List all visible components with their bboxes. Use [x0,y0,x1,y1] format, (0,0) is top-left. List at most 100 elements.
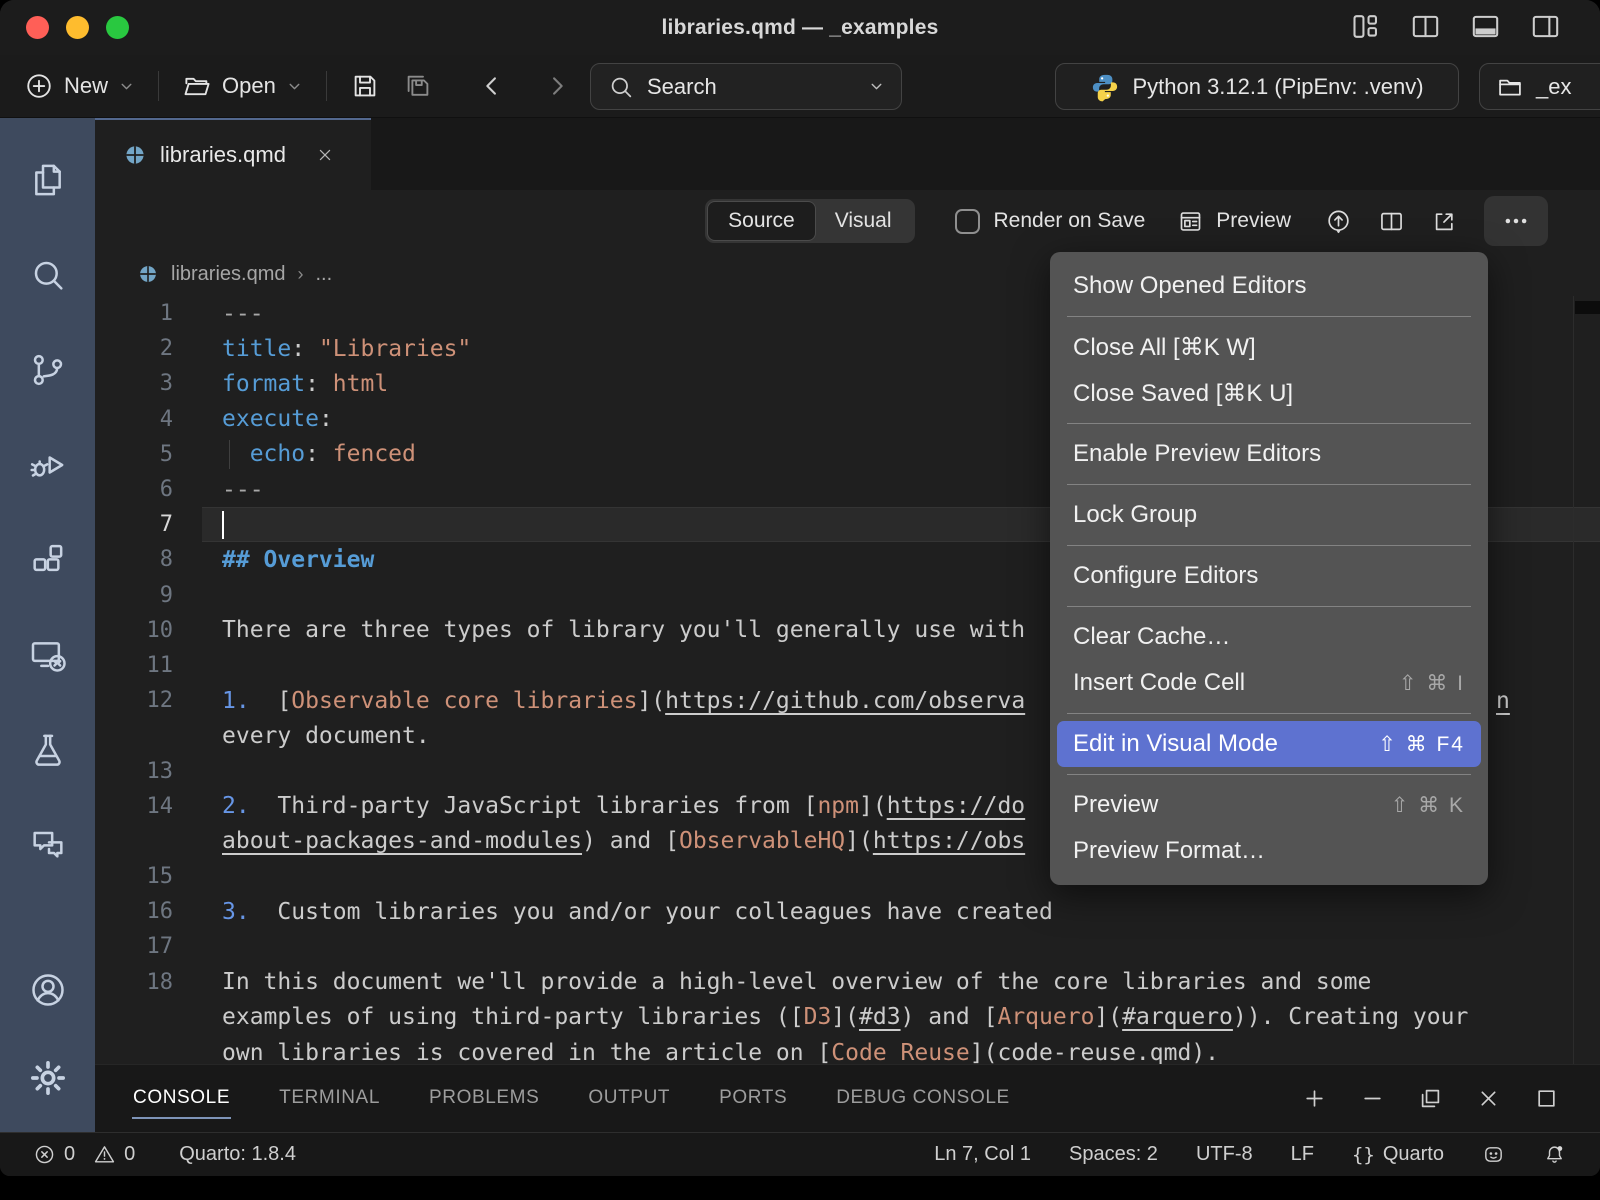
run-debug-icon[interactable] [28,445,68,485]
tab-libraries-qmd[interactable]: libraries.qmd [95,118,371,190]
more-actions-button[interactable] [1484,196,1548,246]
close-tab-icon[interactable] [315,145,335,165]
publish-icon[interactable] [1325,208,1352,235]
panel-tab-output[interactable]: OUTPUT [587,1079,671,1119]
render-on-save-checkbox[interactable] [955,209,980,234]
code-line[interactable]: examples of using third-party libraries … [95,1000,1600,1035]
menu-item-show-opened-editors[interactable]: Show Opened Editors [1050,263,1488,309]
open-button[interactable]: Open [182,71,303,101]
indentation-status[interactable]: Spaces: 2 [1069,1143,1158,1166]
layout-customize-icon[interactable] [1349,10,1382,43]
source-mode-button[interactable]: Source [708,202,815,240]
breadcrumb-more[interactable]: ... [315,263,332,286]
code-line-text[interactable]: own libraries is covered in the article … [222,1035,1600,1064]
search-icon[interactable] [28,255,68,295]
save-all-icon[interactable] [403,71,433,101]
panel-minus-icon[interactable] [1359,1085,1386,1112]
panel-tab-ports[interactable]: PORTS [718,1079,788,1119]
code-token: https://github.com/observa [665,688,1025,714]
breadcrumb-chevron: › [297,264,303,285]
menu-item-close-saved-k-u[interactable]: Close Saved [⌘K U] [1050,370,1488,416]
panel-tab-debug-console[interactable]: DEBUG CONSOLE [835,1079,1011,1119]
save-icon[interactable] [350,71,380,101]
new-button[interactable]: New [24,71,135,101]
menu-item-preview-format[interactable]: Preview Format… [1050,828,1488,874]
error-count: 0 [64,1143,75,1166]
forward-icon[interactable] [543,72,571,100]
extensions-icon[interactable] [28,540,68,580]
visual-mode-button[interactable]: Visual [815,202,912,240]
code-line[interactable]: 163. Custom libraries you and/or your co… [95,894,1600,929]
code-token: #d3 [859,1004,901,1030]
menu-item-lock-group[interactable]: Lock Group [1050,492,1488,538]
sidebar-right-icon[interactable] [1529,10,1562,43]
menu-item-close-all-k-w[interactable]: Close All [⌘K W] [1050,324,1488,370]
split-editor-icon[interactable] [1409,10,1442,43]
encoding-status[interactable]: UTF-8 [1196,1143,1253,1166]
code-line[interactable]: own libraries is covered in the article … [95,1035,1600,1064]
panel-restore-icon[interactable] [1417,1085,1444,1112]
split-editor-icon[interactable] [1378,208,1405,235]
menu-item-configure-editors[interactable]: Configure Editors [1050,553,1488,599]
code-token: ## Overview [222,547,374,573]
open-in-window-icon[interactable] [1431,208,1458,235]
code-token: --- [222,477,264,503]
language-label: Quarto [1383,1143,1444,1166]
language-mode-status[interactable]: {} Quarto [1352,1143,1444,1166]
toolbar-separator [158,71,159,101]
back-icon[interactable] [478,72,506,100]
editor-scrollbar[interactable] [1573,296,1600,1064]
code-line-text[interactable]: examples of using third-party libraries … [222,1000,1600,1035]
panel-maximize-icon[interactable] [1533,1085,1560,1112]
panel-tab-console[interactable]: CONSOLE [132,1079,231,1119]
panel-tab-problems[interactable]: PROBLEMS [428,1079,540,1119]
code-token: Code Reuse [831,1040,969,1064]
line-number: 4 [95,407,173,432]
code-line-text[interactable]: 3. Custom libraries you and/or your coll… [222,894,1600,929]
search-input[interactable]: Search [590,63,902,110]
eol-status[interactable]: LF [1291,1143,1314,1166]
cursor-position-status[interactable]: Ln 7, Col 1 [934,1143,1031,1166]
menu-separator [1067,423,1471,424]
code-line[interactable]: 17 [95,929,1600,964]
menu-item-edit-in-visual-mode[interactable]: Edit in Visual Mode⇧ ⌘ F4 [1057,721,1481,767]
code-token: own libraries is covered in the article … [222,1040,831,1064]
code-line-text[interactable] [222,929,1600,964]
search-placeholder: Search [647,74,717,100]
project-button[interactable]: _ex [1479,63,1600,110]
code-line[interactable]: 18In this document we'll provide a high-… [95,965,1600,1000]
source-visual-toggle: Source Visual [705,199,914,243]
code-line-text[interactable]: In this document we'll provide a high-le… [222,965,1600,1000]
feedback-smiley-icon[interactable] [1482,1143,1505,1166]
source-control-icon[interactable] [28,350,68,390]
folder-open-icon [182,71,212,101]
panel-bottom-icon[interactable] [1469,10,1502,43]
code-token: n [1496,683,1510,718]
panel-close-icon[interactable] [1475,1085,1502,1112]
scrollbar-thumb[interactable] [1575,301,1600,314]
interpreter-selector[interactable]: Python 3.12.1 (PipEnv: .venv) [1055,63,1459,110]
panel-tab-terminal[interactable]: TERMINAL [278,1079,381,1119]
code-token: )). Creating your [1233,1004,1468,1030]
menu-item-preview[interactable]: Preview⇧ ⌘ K [1050,782,1488,828]
line-number: 12 [95,688,173,713]
account-icon[interactable] [28,970,68,1010]
preview-button[interactable]: Preview [1216,209,1291,233]
menu-item-enable-preview-editors[interactable]: Enable Preview Editors [1050,431,1488,477]
breadcrumb-file[interactable]: libraries.qmd [171,263,285,286]
quarto-version-status[interactable]: Quarto: 1.8.4 [179,1143,296,1166]
menu-item-label: Preview Format… [1073,837,1265,865]
comments-icon[interactable] [28,825,68,865]
menu-item-clear-cache[interactable]: Clear Cache… [1050,614,1488,660]
menu-item-insert-code-cell[interactable]: Insert Code Cell⇧ ⌘ I [1050,660,1488,706]
problems-status[interactable]: 0 0 [33,1143,135,1166]
notifications-bell-icon[interactable] [1543,1143,1566,1166]
line-number: 11 [95,653,173,678]
remote-icon[interactable] [28,635,68,675]
code-token: 2. [222,793,250,819]
testing-icon[interactable] [28,730,68,770]
settings-icon[interactable] [28,1058,68,1098]
panel-plus-icon[interactable] [1301,1085,1328,1112]
explorer-icon[interactable] [28,160,68,200]
chevron-down-icon [286,78,303,95]
